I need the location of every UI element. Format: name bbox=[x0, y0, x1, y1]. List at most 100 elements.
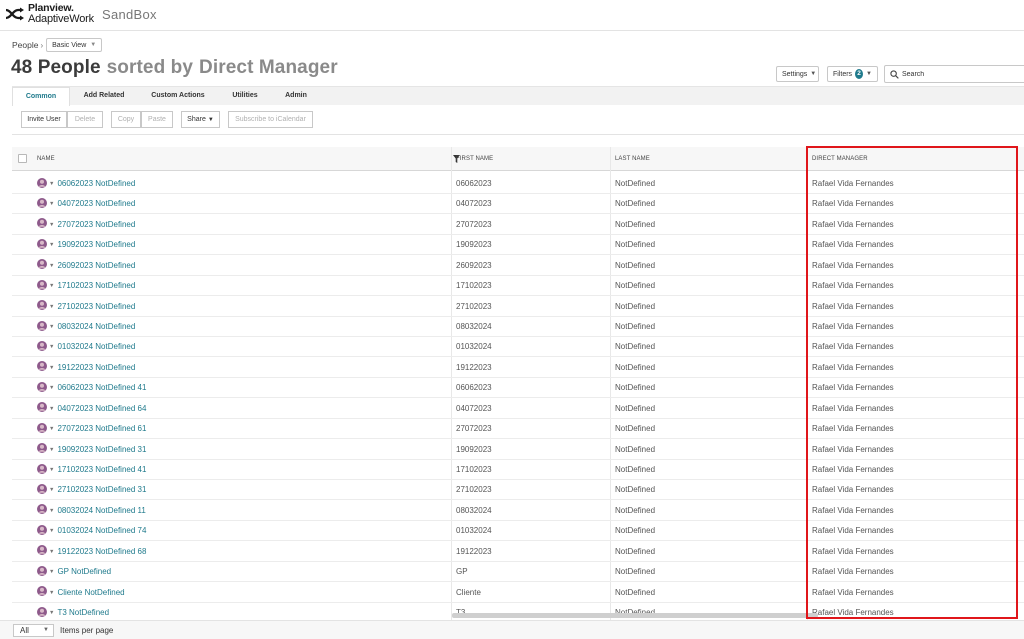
scrollbar-thumb[interactable] bbox=[452, 613, 818, 618]
person-name-link[interactable]: 08032024 NotDefined 11 bbox=[57, 506, 145, 515]
table-row[interactable]: ▼ Cliente NotDefined Cliente NotDefined Rafa… bbox=[12, 583, 1024, 603]
chevron-down-icon[interactable]: ▼ bbox=[49, 426, 54, 432]
page-size-select[interactable]: All ▼ bbox=[13, 624, 54, 637]
chevron-down-icon[interactable]: ▼ bbox=[49, 263, 54, 269]
person-name-link[interactable]: 19092023 NotDefined bbox=[57, 240, 135, 249]
brand-logo[interactable]: Planview. AdaptiveWork bbox=[28, 3, 94, 25]
filters-button[interactable]: Filters 2 ▼ bbox=[827, 66, 878, 82]
chevron-down-icon[interactable]: ▼ bbox=[49, 467, 54, 473]
chevron-down-icon[interactable]: ▼ bbox=[49, 283, 54, 289]
person-name-link[interactable]: 27102023 NotDefined 31 bbox=[57, 485, 146, 494]
invite-user-button[interactable]: Invite User bbox=[21, 111, 67, 128]
person-name-link[interactable]: 01032024 NotDefined bbox=[57, 342, 135, 351]
first-name-cell: 08032024 bbox=[456, 322, 492, 331]
person-name-link[interactable]: 27072023 NotDefined bbox=[57, 220, 135, 229]
last-name-cell: NotDefined bbox=[615, 260, 656, 270]
chevron-down-icon[interactable]: ▼ bbox=[49, 181, 54, 187]
chevron-down-icon[interactable]: ▼ bbox=[49, 344, 54, 350]
tab-admin[interactable]: Admin bbox=[279, 87, 313, 106]
person-name-link[interactable]: 27102023 NotDefined bbox=[57, 302, 135, 311]
table-row[interactable]: ▼ 06062023 NotDefined 06062023 NotDefined Ra… bbox=[12, 174, 1024, 194]
table-row[interactable]: ▼ 17102023 NotDefined 41 17102023 NotDefine… bbox=[12, 460, 1024, 481]
action-tabs: Common Add Related Custom Actions Utilit… bbox=[12, 86, 1024, 106]
subscribe-icalendar-button[interactable]: Subscribe to iCalendar bbox=[228, 111, 313, 128]
person-name-link[interactable]: 19122023 NotDefined 68 bbox=[57, 547, 146, 556]
table-row[interactable]: ▼ 19122023 NotDefined 19122023 NotDefined Ra… bbox=[12, 358, 1024, 378]
search-box[interactable] bbox=[884, 65, 1024, 83]
table-row[interactable]: ▼ 26092023 NotDefined 26092023 NotDefined Ra… bbox=[12, 256, 1024, 276]
person-name-link[interactable]: 17102023 NotDefined 41 bbox=[57, 465, 146, 474]
tab-add-related[interactable]: Add Related bbox=[76, 87, 132, 106]
chevron-down-icon[interactable]: ▼ bbox=[49, 549, 54, 555]
person-name-link[interactable]: 04072023 NotDefined 64 bbox=[57, 404, 146, 413]
direct-manager-cell: Rafael Vida Fernandes bbox=[812, 567, 894, 577]
person-name-link[interactable]: 01032024 NotDefined 74 bbox=[57, 526, 146, 535]
person-name-link[interactable]: 04072023 NotDefined bbox=[57, 199, 135, 208]
table-row[interactable]: ▼ 27102023 NotDefined 31 27102023 NotDefine… bbox=[12, 480, 1024, 501]
select-all-checkbox[interactable] bbox=[18, 154, 27, 163]
chevron-down-icon[interactable]: ▼ bbox=[49, 304, 54, 310]
table-row[interactable]: ▼ 19092023 NotDefined 19092023 NotDefined Ra… bbox=[12, 235, 1024, 256]
table-row[interactable]: ▼ 19092023 NotDefined 31 19092023 NotDefine… bbox=[12, 440, 1024, 460]
planview-logo-icon[interactable] bbox=[5, 7, 25, 21]
table-row[interactable]: ▼ 01032024 NotDefined 01032024 NotDefined Ra… bbox=[12, 337, 1024, 358]
column-header-first-name[interactable]: First Name bbox=[456, 147, 606, 171]
person-name-link[interactable]: 06062023 NotDefined 41 bbox=[57, 383, 146, 392]
chevron-down-icon[interactable]: ▼ bbox=[49, 385, 54, 391]
person-name-link[interactable]: 06062023 NotDefined bbox=[57, 179, 135, 188]
breadcrumb-people[interactable]: People bbox=[12, 40, 38, 50]
chevron-down-icon[interactable]: ▼ bbox=[49, 201, 54, 207]
tab-custom-actions[interactable]: Custom Actions bbox=[146, 87, 210, 106]
search-input[interactable] bbox=[902, 70, 1022, 78]
view-selector[interactable]: Basic View ▼ bbox=[46, 38, 103, 52]
table-row[interactable]: ▼ 08032024 NotDefined 11 08032024 NotDefine… bbox=[12, 501, 1024, 521]
tab-utilities[interactable]: Utilities bbox=[226, 87, 264, 106]
direct-manager-cell: Rafael Vida Fernandes bbox=[812, 546, 894, 556]
sort-field[interactable]: Direct Manager bbox=[199, 57, 338, 78]
table-row[interactable]: ▼ 06062023 NotDefined 41 06062023 NotDefine… bbox=[12, 378, 1024, 399]
table-row[interactable]: ▼ 04072023 NotDefined 64 04072023 NotDefine… bbox=[12, 399, 1024, 419]
table-row[interactable]: ▼ 27072023 NotDefined 61 27072023 NotDefine… bbox=[12, 419, 1024, 440]
chevron-down-icon[interactable]: ▼ bbox=[49, 590, 54, 596]
table-row[interactable]: ▼ 19122023 NotDefined 68 19122023 NotDefine… bbox=[12, 542, 1024, 562]
table-row[interactable]: ▼ 01032024 NotDefined 74 01032024 NotDefine… bbox=[12, 521, 1024, 542]
column-header-direct-manager[interactable]: Direct Manager bbox=[812, 147, 1012, 171]
person-name-link[interactable]: GP NotDefined bbox=[57, 567, 111, 576]
chevron-down-icon[interactable]: ▼ bbox=[49, 487, 54, 493]
delete-button[interactable]: Delete bbox=[67, 111, 103, 128]
settings-button[interactable]: Settings ▼ bbox=[776, 66, 819, 82]
chevron-down-icon[interactable]: ▼ bbox=[49, 447, 54, 453]
horizontal-scrollbar[interactable] bbox=[12, 613, 1024, 618]
chevron-down-icon[interactable]: ▼ bbox=[49, 222, 54, 228]
name-cell: ▼ Cliente NotDefined bbox=[37, 583, 449, 603]
table-row[interactable]: ▼ 17102023 NotDefined 17102023 NotDefined Ra… bbox=[12, 276, 1024, 297]
share-button[interactable]: Share ▼ bbox=[181, 111, 220, 128]
chevron-down-icon[interactable]: ▼ bbox=[49, 242, 54, 248]
person-name-link[interactable]: 17102023 NotDefined bbox=[57, 281, 135, 290]
copy-button[interactable]: Copy bbox=[111, 111, 141, 128]
chevron-down-icon[interactable]: ▼ bbox=[49, 528, 54, 534]
paste-button[interactable]: Paste bbox=[141, 111, 173, 128]
app-header: Planview. AdaptiveWork SandBox bbox=[0, 0, 1024, 31]
chevron-down-icon[interactable]: ▼ bbox=[49, 406, 54, 412]
column-header-last-name[interactable]: Last Name bbox=[615, 147, 795, 171]
person-name-link[interactable]: 27072023 NotDefined 61 bbox=[57, 424, 146, 433]
tab-common[interactable]: Common bbox=[12, 87, 70, 106]
table-row[interactable]: ▼ GP NotDefined GP NotDefined Rafael Vida Fe… bbox=[12, 562, 1024, 583]
settings-label: Settings bbox=[782, 70, 808, 78]
table-row[interactable]: ▼ 27072023 NotDefined 27072023 NotDefined Ra… bbox=[12, 215, 1024, 235]
table-row[interactable]: ▼T3 NotDefined T3 NotDefined Rafael Vida Fe… bbox=[12, 603, 1024, 621]
person-name-link[interactable]: Cliente NotDefined bbox=[57, 588, 124, 597]
person-name-link[interactable]: 19092023 NotDefined 31 bbox=[57, 445, 146, 454]
table-row[interactable]: ▼ 08032024 NotDefined 08032024 NotDefined Ra… bbox=[12, 317, 1024, 337]
chevron-down-icon[interactable]: ▼ bbox=[49, 508, 54, 514]
person-name-link[interactable]: 26092023 NotDefined bbox=[57, 261, 135, 270]
chevron-down-icon[interactable]: ▼ bbox=[49, 569, 54, 575]
chevron-down-icon[interactable]: ▼ bbox=[49, 324, 54, 330]
person-name-link[interactable]: 19122023 NotDefined bbox=[57, 363, 135, 372]
chevron-down-icon[interactable]: ▼ bbox=[49, 365, 54, 371]
person-name-link[interactable]: 08032024 NotDefined bbox=[57, 322, 135, 331]
table-row[interactable]: ▼ 04072023 NotDefined 04072023 NotDefined Ra… bbox=[12, 194, 1024, 215]
table-row[interactable]: ▼ 27102023 NotDefined 27102023 NotDefined Ra… bbox=[12, 297, 1024, 317]
column-header-name[interactable]: Name bbox=[37, 147, 437, 171]
